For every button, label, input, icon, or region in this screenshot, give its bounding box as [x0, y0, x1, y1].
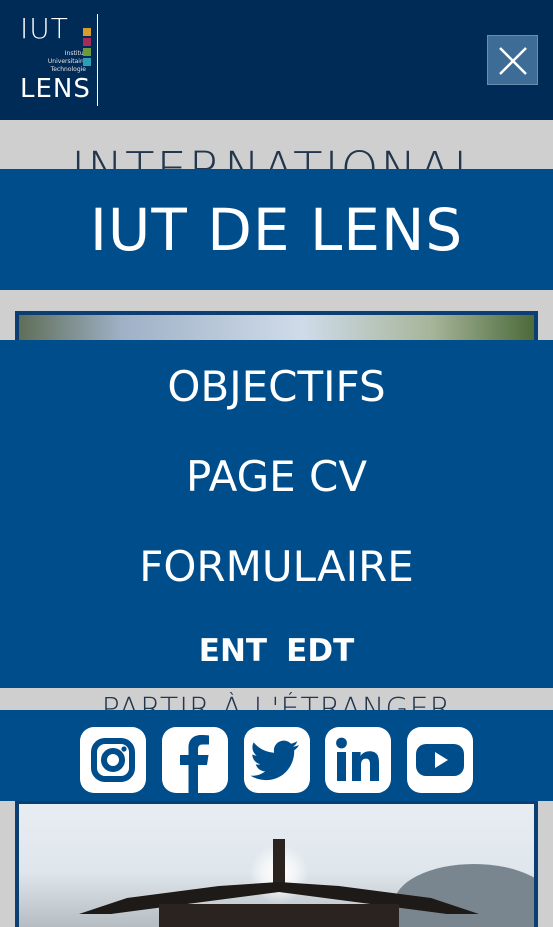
iut-lens-logo[interactable]: IUT Institut Universitaire Technologie L…	[20, 12, 102, 108]
close-icon	[499, 47, 527, 75]
logo-square	[83, 38, 91, 46]
edt-link[interactable]: EDT	[286, 632, 354, 670]
menu-title[interactable]: IUT DE LENS	[90, 195, 463, 265]
youtube-link[interactable]	[407, 727, 473, 793]
navigation-menu: OBJECTIFS PAGE CV FORMULAIRE ENT EDT	[0, 340, 553, 688]
logo-square	[83, 48, 91, 56]
logo-subtitle-line: Technologie	[50, 66, 86, 73]
facebook-icon	[180, 735, 209, 793]
site-header: IUT Institut Universitaire Technologie L…	[0, 0, 553, 120]
sub-links: ENT EDT	[0, 632, 553, 670]
logo-bottom-text: LENS	[20, 74, 91, 104]
social-links-bar	[0, 710, 553, 801]
temple-photo	[15, 800, 538, 927]
menu-item-objectifs[interactable]: OBJECTIFS	[0, 362, 553, 412]
logo-subtitle-line: Institut	[64, 50, 86, 57]
facebook-link[interactable]	[162, 727, 228, 793]
instagram-icon	[91, 738, 135, 782]
logo-subtitle-line: Universitaire	[47, 58, 86, 65]
menu-item-formulaire[interactable]: FORMULAIRE	[0, 542, 553, 592]
menu-item-page-cv[interactable]: PAGE CV	[0, 452, 553, 502]
linkedin-link[interactable]	[325, 727, 391, 793]
instagram-link[interactable]	[80, 727, 146, 793]
partir-etranger-heading: PARTIR À L'ÉTRANGER	[101, 692, 452, 710]
international-heading: INTERNATIONAL	[0, 144, 553, 170]
logo-square	[83, 28, 91, 36]
twitter-link[interactable]	[244, 727, 310, 793]
logo-subtitle: Institut Universitaire Technologie	[42, 50, 86, 74]
menu-title-band: IUT DE LENS	[0, 169, 553, 290]
logo-square	[83, 58, 91, 66]
twitter-icon	[250, 740, 299, 781]
linkedin-icon	[336, 737, 379, 781]
logo-top-text: IUT	[20, 12, 69, 45]
ent-link[interactable]: ENT	[199, 632, 267, 670]
campus-photo	[15, 311, 538, 341]
close-menu-button[interactable]	[487, 35, 538, 85]
logo-divider	[97, 14, 98, 106]
youtube-icon	[416, 744, 464, 776]
